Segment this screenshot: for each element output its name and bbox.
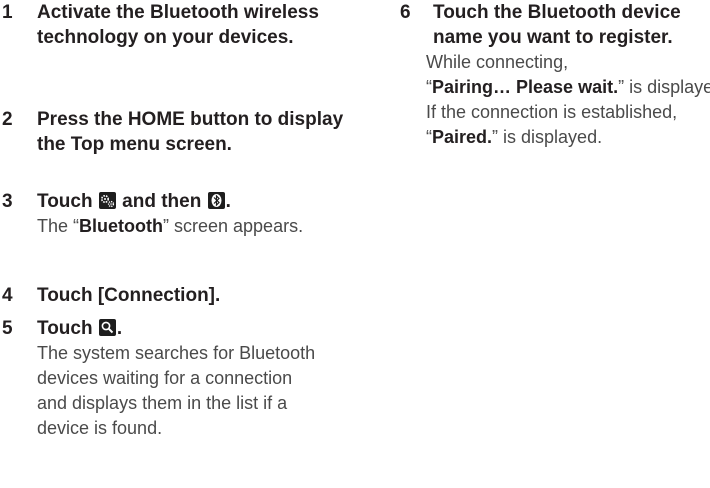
heading-text: Touch	[37, 191, 93, 212]
bluetooth-icon	[207, 192, 225, 209]
step-3: 3 Touch and then . The “Bluetooth” scree…	[0, 189, 367, 239]
desc-text: The “	[37, 216, 80, 236]
step-heading: Touch the Bluetooth device name you want…	[433, 2, 681, 48]
desc-bold-text: Pairing… Please wait.	[432, 77, 619, 97]
heading-text: .	[225, 191, 231, 212]
step-1: 1 Activate the Bluetooth wireless techno…	[0, 0, 367, 50]
step-heading: Touch and then .	[37, 189, 367, 214]
step-number: 1	[2, 2, 13, 23]
settings-gear-icon	[98, 192, 116, 209]
step-heading: Touch [Connection].	[37, 285, 221, 306]
search-icon	[98, 319, 116, 336]
heading-text: .	[116, 318, 123, 339]
step-number: 2	[2, 109, 13, 130]
step-heading: Touch .	[37, 316, 367, 341]
step-6: 6 Touch the Bluetooth device name you wa…	[396, 0, 710, 150]
step-number: 5	[2, 318, 13, 339]
step-4: 4 Touch [Connection].	[0, 283, 367, 308]
step-description: While connecting, “Pairing… Please wait.”…	[426, 50, 710, 150]
step-number: 3	[2, 191, 13, 212]
desc-text: ” screen appears.	[163, 216, 304, 236]
desc-bold-text: Bluetooth	[79, 216, 163, 236]
heading-text: Touch	[37, 318, 93, 339]
step-2: 2 Press the HOME button to display the T…	[0, 107, 367, 157]
step-heading: Activate the Bluetooth wireless technolo…	[37, 2, 319, 48]
desc-text: ” is displayed.	[492, 127, 603, 147]
step-number: 6	[400, 2, 411, 23]
desc-text: While connecting,	[426, 52, 569, 72]
desc-bold-text: Paired.	[432, 127, 493, 147]
step-description: The “Bluetooth” screen appears.	[37, 214, 367, 239]
step-number: 4	[2, 285, 13, 306]
step-description: The system searches for Bluetooth device…	[37, 343, 316, 438]
step-5: 5 Touch . The system searches for Blueto…	[0, 316, 367, 441]
step-heading: Press the HOME button to display the Top…	[37, 109, 344, 155]
heading-text: and then	[122, 191, 202, 212]
